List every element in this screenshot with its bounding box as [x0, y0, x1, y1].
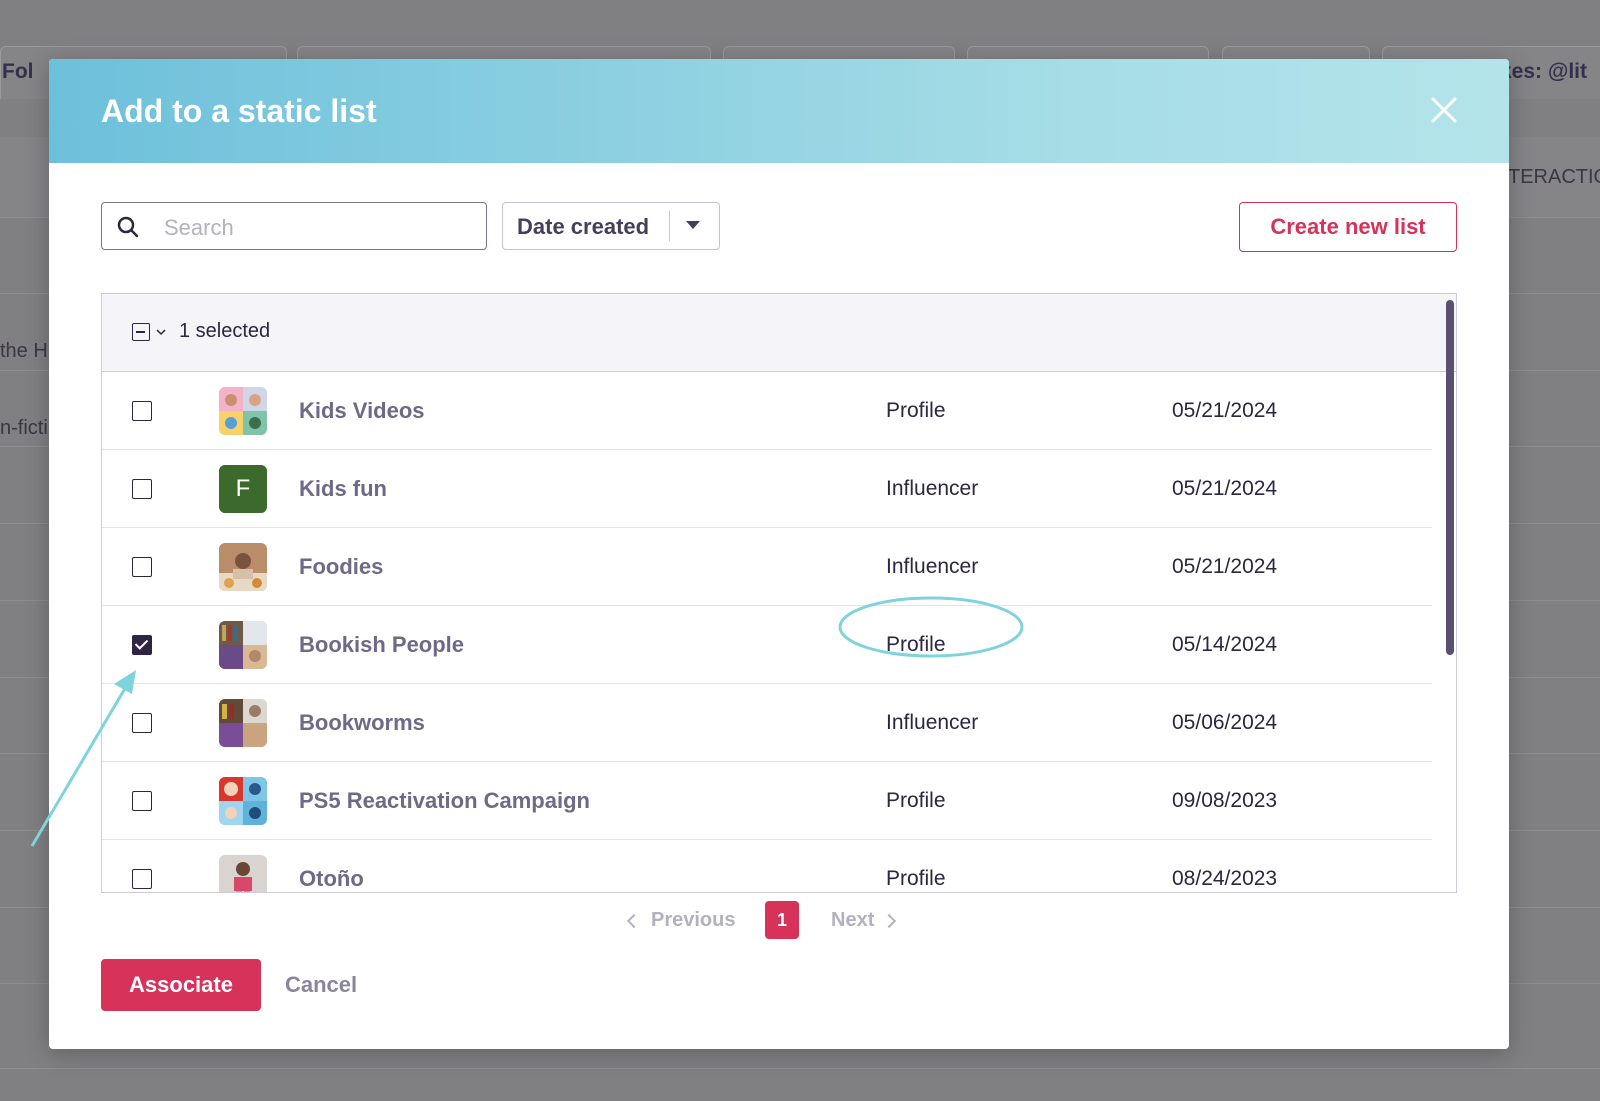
table-row[interactable]: Bookish People Profile 05/14/2024 [102, 606, 1432, 684]
background-tab-label: Fol [2, 60, 34, 83]
list-type: Influencer [886, 477, 979, 500]
table-row[interactable]: Otoño Profile 08/24/2023 [102, 840, 1432, 892]
list-date: 05/21/2024 [1172, 555, 1278, 578]
cancel-button[interactable]: Cancel [285, 972, 357, 998]
list-date: 05/21/2024 [1172, 399, 1278, 422]
background-cell-text: n-ficti [0, 417, 48, 439]
table-scrollbar[interactable] [1446, 300, 1454, 655]
search-input[interactable] [162, 211, 476, 245]
pagination: Previous 1 Next [49, 901, 1509, 941]
modal-header: Add to a static list [49, 59, 1509, 163]
letter-avatar: F [219, 465, 267, 513]
background-divider [0, 1068, 1600, 1069]
row-checkbox[interactable] [132, 713, 152, 733]
row-checkbox[interactable] [132, 401, 152, 421]
list-date: 05/21/2024 [1172, 477, 1278, 500]
list-name: Foodies [299, 554, 384, 579]
bookworms-avatar [219, 699, 267, 747]
list-name: PS5 Reactivation Campaign [299, 788, 590, 813]
background-cell-text: the H [0, 340, 48, 362]
sort-dropdown[interactable]: Date created [502, 202, 720, 250]
kids-videos-avatar [219, 387, 267, 435]
sort-dropdown-label: Date created [517, 214, 650, 239]
row-checkbox[interactable] [132, 869, 152, 889]
chevron-right-icon [882, 913, 897, 929]
background-tab-label: kes: @lit [1500, 60, 1588, 83]
row-checkbox[interactable] [132, 635, 152, 655]
list-type: Profile [886, 789, 946, 812]
lists-table: 1 selected Kids Videos Profile 05/21/202… [101, 293, 1457, 893]
table-row[interactable]: Kids Videos Profile 05/21/2024 [102, 372, 1432, 450]
next-page-button[interactable]: Next [831, 909, 897, 932]
list-type: Profile [886, 867, 946, 890]
otono-avatar [219, 855, 267, 892]
list-date: 08/24/2023 [1172, 867, 1278, 890]
close-button[interactable] [1427, 93, 1461, 127]
sort-dropdown-divider [669, 211, 670, 241]
list-name: Kids fun [299, 476, 387, 501]
select-all-checkbox[interactable] [132, 323, 150, 341]
list-name: Bookish People [299, 632, 465, 657]
previous-label: Previous [651, 909, 736, 931]
selected-count: 1 selected [179, 320, 271, 342]
table-header: 1 selected [102, 294, 1456, 372]
add-to-static-list-modal: Add to a static list Date created Create… [49, 59, 1509, 1049]
list-name: Bookworms [299, 710, 425, 735]
close-icon [1431, 97, 1457, 123]
ps5-avatar [219, 777, 267, 825]
list-type: Influencer [886, 555, 979, 578]
list-type: Profile [886, 399, 946, 422]
background-column-label: TERACTIO [1508, 166, 1600, 188]
list-date: 05/06/2024 [1172, 711, 1278, 734]
list-name: Kids Videos [299, 398, 425, 423]
chevron-down-icon[interactable] [154, 325, 168, 339]
list-type: Influencer [886, 711, 979, 734]
list-type: Profile [886, 633, 946, 656]
list-date: 05/14/2024 [1172, 633, 1278, 656]
modal-title: Add to a static list [101, 93, 377, 129]
previous-page-button[interactable]: Previous [626, 909, 736, 932]
chevron-left-icon [626, 913, 642, 929]
table-row[interactable]: Bookworms Influencer 05/06/2024 [102, 684, 1432, 762]
row-checkbox[interactable] [132, 479, 152, 499]
row-checkbox[interactable] [132, 557, 152, 577]
bookish-avatar [219, 621, 267, 669]
caret-down-icon [686, 221, 700, 229]
list-date: 09/08/2023 [1172, 789, 1278, 812]
table-row[interactable]: F Kids fun Influencer 05/21/2024 [102, 450, 1432, 528]
table-row[interactable]: PS5 Reactivation Campaign Profile 09/08/… [102, 762, 1432, 840]
search-field[interactable] [101, 202, 487, 250]
page-number-button[interactable]: 1 [765, 901, 799, 939]
create-new-list-button[interactable]: Create new list [1239, 202, 1457, 252]
list-name: Otoño [299, 866, 364, 891]
search-icon [117, 216, 139, 238]
foodies-avatar [219, 543, 267, 591]
next-label: Next [831, 909, 875, 931]
associate-button[interactable]: Associate [101, 959, 261, 1011]
table-row[interactable]: Foodies Influencer 05/21/2024 [102, 528, 1432, 606]
row-checkbox[interactable] [132, 791, 152, 811]
